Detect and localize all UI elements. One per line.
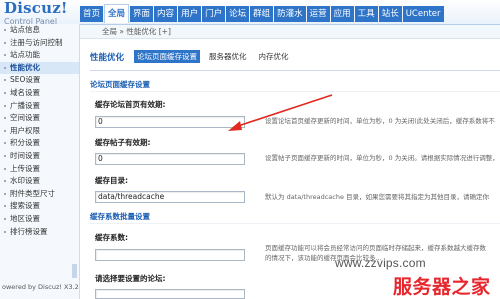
watermark-url: www.zzvips.com — [335, 256, 426, 270]
annotation-arrow — [228, 94, 333, 131]
watermark-brand: 服务器之家 — [393, 277, 491, 298]
